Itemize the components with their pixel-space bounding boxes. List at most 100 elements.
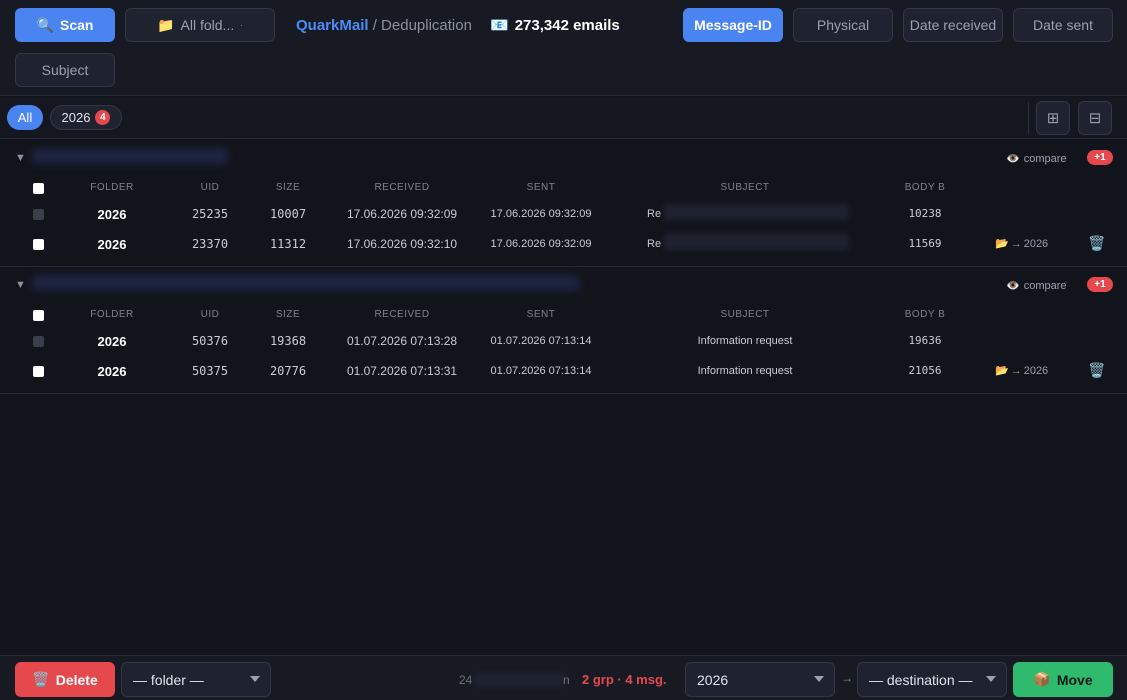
column-header-uid: UID (200, 182, 220, 193)
delete-button[interactable]: 🗑️ Delete (15, 662, 115, 697)
scan-button[interactable]: 🔍 Scan (15, 8, 115, 42)
row-body-bytes: 10238 (908, 207, 942, 220)
move-to-folder-button[interactable]: 📂 → 2026 (995, 364, 1049, 378)
select-all-checkbox[interactable] (33, 310, 44, 321)
row-sent: 17.06.2026 09:32:09 (490, 208, 592, 220)
filter-bar: All 2026 4 ⊞ ⊟ (0, 97, 1127, 139)
filter-year-label: 2026 (61, 110, 91, 125)
column-header-size: SIZE (275, 309, 301, 320)
move-to-folder-button[interactable]: 📂 → 2026 (995, 237, 1049, 251)
select-all-checkbox[interactable] (33, 183, 44, 194)
mode-date-sent-button[interactable]: Date sent (1013, 8, 1113, 42)
toolbar: 🔍 Scan 📁 All fold... · QuarkMail / Dedup… (0, 0, 1127, 96)
row-sent: 01.07.2026 07:13:14 (490, 335, 592, 347)
caret-down-icon[interactable]: ▼ (15, 279, 26, 291)
delete-label: Delete (55, 671, 98, 688)
row-checkbox[interactable] (33, 366, 44, 377)
email-icon: 📧 (490, 17, 509, 34)
column-header-sent: SENT (526, 309, 556, 320)
row-checkbox[interactable] (33, 336, 44, 347)
dropdown-dot-icon: · (240, 20, 243, 30)
filter-all-chip[interactable]: All (7, 105, 43, 130)
row-received: 17.06.2026 09:32:09 (346, 207, 458, 221)
trash-icon[interactable]: 🗑️ (1088, 362, 1105, 379)
redacted-subject (664, 204, 849, 220)
compare-button[interactable]: 👁️ compare (1006, 152, 1067, 166)
folder-select[interactable]: — folder — (121, 662, 271, 697)
group-summary: 2 grp · 4 msg. (582, 672, 667, 687)
compare-label: compare (1023, 152, 1067, 165)
row-body-bytes: 19636 (908, 334, 942, 347)
collapse-all-button[interactable]: ⊟ (1078, 101, 1112, 135)
row-subject: Information request (697, 335, 793, 347)
year-select-value: 2026 (697, 671, 729, 688)
compare-button[interactable]: 👁️ compare (1006, 279, 1067, 293)
column-header-body: BODY B (904, 182, 946, 193)
mode-message-id-button[interactable]: Message-ID (683, 8, 783, 42)
row-subject: Re (647, 208, 662, 220)
trash-icon: 🗑️ (32, 671, 50, 687)
grid-icon: ⊞ (1046, 110, 1060, 127)
row-sent: 01.07.2026 07:13:14 (490, 365, 592, 377)
mode-date-received-button[interactable]: Date received (903, 8, 1003, 42)
app-name[interactable]: QuarkMail (296, 17, 369, 34)
move-button[interactable]: 📦 Move (1013, 662, 1113, 697)
row-uid: 23370 (191, 237, 229, 251)
row-size: 20776 (269, 364, 307, 378)
column-header-folder: FOLDER (90, 182, 134, 193)
arrow-right-icon: → (1010, 237, 1022, 250)
email-count-label: 273,342 emails (514, 17, 620, 34)
row-checkbox[interactable] (33, 239, 44, 250)
folder-open-icon: 📂 (995, 238, 1009, 250)
row-size: 11312 (269, 237, 307, 251)
column-header-size: SIZE (275, 182, 301, 193)
trash-icon[interactable]: 🗑️ (1088, 235, 1105, 252)
group-header[interactable]: ▼ 👁️ compare +1 (0, 140, 1127, 176)
search-icon: 🔍 (36, 16, 54, 33)
row-uid: 25235 (191, 207, 229, 221)
destination-select-value: — destination — (869, 671, 973, 688)
row-checkbox[interactable] (33, 209, 44, 220)
folder-filter-button[interactable]: 📁 All fold... · (125, 8, 275, 42)
destination-select[interactable]: — destination — (857, 662, 1007, 697)
redacted-stat (474, 673, 566, 687)
folder-open-icon: 📂 (995, 365, 1009, 377)
year-select[interactable]: 2026 (685, 662, 835, 697)
move-target-label: 2026 (1023, 237, 1049, 250)
duplicate-group: ▼ 👁️ compare +1 FOLDER UID SIZE RECEIVED… (0, 267, 1127, 394)
folder-select-value: — folder — (133, 671, 204, 688)
caret-down-icon[interactable]: ▼ (15, 152, 26, 164)
selection-stat-prefix: 24 (459, 673, 473, 687)
column-header-sent: SENT (526, 182, 556, 193)
row-subject: Re (647, 238, 662, 250)
column-header-folder: FOLDER (90, 309, 134, 320)
move-label: Move (1056, 671, 1093, 688)
filter-year-chip[interactable]: 2026 4 (50, 105, 122, 130)
breadcrumb-separator: / (372, 17, 377, 34)
package-icon: 📦 (1033, 671, 1051, 687)
mode-subject-button[interactable]: Subject (15, 53, 115, 87)
row-uid: 50376 (191, 334, 229, 348)
column-header-received: RECEIVED (374, 309, 430, 320)
redacted-message-id (32, 275, 580, 291)
compare-label: compare (1023, 279, 1067, 292)
redacted-message-id (32, 148, 228, 164)
action-bar: 🗑️ Delete — folder — 24 n 2 grp · 4 msg.… (0, 655, 1127, 700)
row-folder: 2026 (97, 207, 127, 222)
move-target-label: 2026 (1023, 364, 1049, 377)
chevron-down-icon (986, 676, 996, 682)
duplicate-count-badge: +1 (1087, 150, 1113, 165)
filter-year-count-badge: 4 (95, 110, 111, 125)
mode-physical-button[interactable]: Physical (793, 8, 893, 42)
divider (1028, 102, 1029, 134)
group-header[interactable]: ▼ 👁️ compare +1 (0, 267, 1127, 303)
row-size: 19368 (269, 334, 307, 348)
row-received: 01.07.2026 07:13:28 (346, 334, 458, 348)
row-body-bytes: 21056 (908, 364, 942, 377)
row-folder: 2026 (97, 334, 127, 349)
selection-stat-suffix: n (563, 673, 570, 687)
row-received: 17.06.2026 09:32:10 (346, 237, 458, 251)
expand-all-button[interactable]: ⊞ (1036, 101, 1070, 135)
arrow-right-icon: → (1010, 364, 1022, 377)
chevron-down-icon (250, 676, 260, 682)
